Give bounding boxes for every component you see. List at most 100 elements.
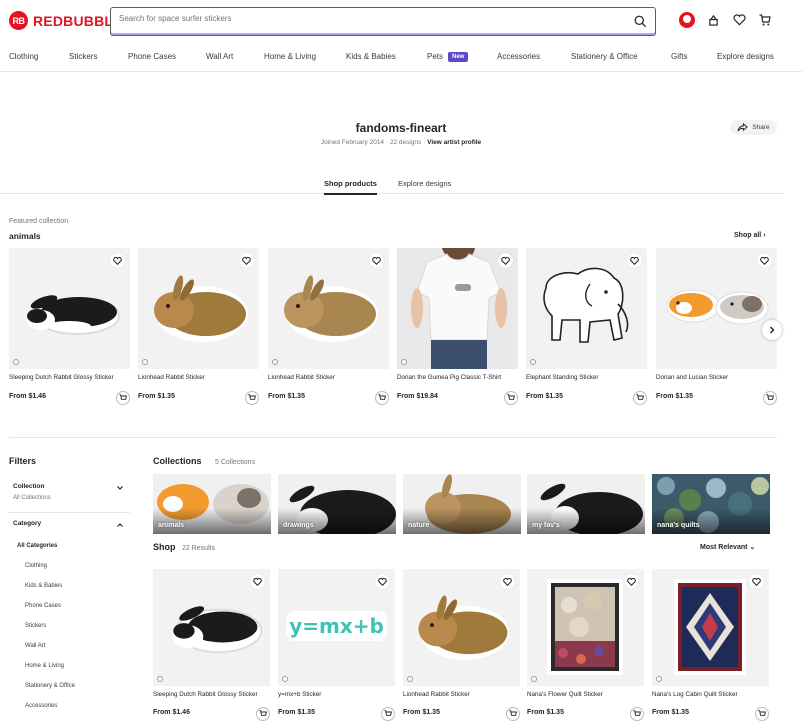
sort-label: Most Relevant [700,544,748,551]
collections-title: Collections [153,456,202,466]
nav-home-living[interactable]: Home & Living [264,52,316,61]
chevron-up-icon[interactable] [116,521,124,529]
collection-shade [278,508,396,534]
heart-icon[interactable] [624,574,639,589]
nav-kids-babies[interactable]: Kids & Babies [346,52,396,61]
color-swatch[interactable] [530,359,536,365]
heart-icon[interactable] [757,253,772,268]
chevron-right-icon [770,326,775,334]
category-nav: Clothing Stickers Phone Cases Wall Art H… [0,42,802,72]
redbubble-logo[interactable]: RB REDBUBBLE [9,11,123,30]
filter-category-item[interactable]: Kids & Babies [25,583,62,589]
heart-icon[interactable] [239,253,254,268]
product-title[interactable]: y=mx+b Sticker [278,691,395,698]
nav-stickers[interactable]: Stickers [69,52,97,61]
product-image [656,248,777,369]
product-title[interactable]: Lionhead Rabbit Sticker [268,374,389,381]
sort-dropdown[interactable]: Most Relevant ⌄ [700,543,755,551]
product-price: From $1.35 [652,709,689,716]
filter-divider [9,512,130,513]
product-title[interactable]: Nana's Log Cabin Quilt Sticker [652,691,769,698]
header-actions [679,12,773,28]
add-to-cart-icon[interactable] [256,707,270,721]
nav-clothing[interactable]: Clothing [9,52,38,61]
color-swatch[interactable] [272,359,278,365]
cart-icon[interactable] [757,12,773,28]
product-title[interactable]: Lionhead Rabbit Sticker [138,374,259,381]
color-swatch[interactable] [401,359,407,365]
filter-collection-toggle[interactable]: Collection [13,483,44,490]
carousel-next-button[interactable] [762,320,782,340]
nav-explore-designs[interactable]: Explore designs [717,52,774,61]
add-to-cart-icon[interactable] [755,707,769,721]
heart-icon[interactable] [369,253,384,268]
add-to-cart-icon[interactable] [630,707,644,721]
add-to-cart-icon[interactable] [763,391,777,405]
heart-icon[interactable] [250,574,265,589]
filter-collection-value[interactable]: All Collections [13,495,51,501]
add-to-cart-icon[interactable] [506,707,520,721]
heart-icon[interactable] [498,253,513,268]
collection-card[interactable]: drawings [278,474,396,534]
view-artist-profile-link[interactable]: View artist profile [427,139,481,146]
color-swatch[interactable] [407,676,413,682]
color-swatch[interactable] [656,676,662,682]
heart-icon[interactable] [749,574,764,589]
site-header: RB REDBUBBLE [0,0,802,42]
nav-pets[interactable]: Pets New [427,52,469,62]
product-title[interactable]: Elephant Standing Sticker [526,374,647,381]
color-swatch[interactable] [13,359,19,365]
product-image [652,569,769,686]
product-title[interactable]: Sleeping Dutch Rabbit Glossy Sticker [9,374,130,381]
heart-icon[interactable] [627,253,642,268]
heart-icon[interactable] [731,12,747,28]
filter-category-item[interactable]: Stationery & Office [25,683,75,689]
color-swatch[interactable] [282,676,288,682]
product-title[interactable]: Nana's Flower Quilt Sticker [527,691,644,698]
collection-card[interactable]: animals [153,474,271,534]
product-title[interactable]: Lionhead Rabbit Sticker [403,691,520,698]
avatar[interactable] [679,12,695,28]
heart-icon[interactable] [375,574,390,589]
nav-accessories[interactable]: Accessories [497,52,540,61]
filter-category-item[interactable]: Stickers [25,623,46,629]
product-price: From $1.35 [268,393,305,400]
color-swatch[interactable] [531,676,537,682]
nav-phone-cases[interactable]: Phone Cases [128,52,176,61]
filter-category-item[interactable]: Wall Art [25,643,45,649]
collection-card[interactable]: nature [403,474,521,534]
shop-title: Shop [153,542,176,552]
search-input[interactable] [119,14,619,23]
filter-category-item[interactable]: Phone Cases [25,603,61,609]
tab-explore-designs[interactable]: Explore designs [398,179,451,188]
dashboard-icon[interactable] [705,12,721,28]
add-to-cart-icon[interactable] [504,391,518,405]
tab-shop-products[interactable]: Shop products [324,179,377,195]
collection-card[interactable]: my fav's [527,474,645,534]
product-title[interactable]: Dorian and Lucian Sticker [656,374,777,381]
add-to-cart-icon[interactable] [633,391,647,405]
product-title[interactable]: Dorian the Guinea Pig Classic T-Shirt [397,374,518,381]
nav-stationery-office[interactable]: Stationery & Office [571,52,638,61]
add-to-cart-icon[interactable] [116,391,130,405]
heart-icon[interactable] [500,574,515,589]
heart-icon[interactable] [110,253,125,268]
search-icon[interactable] [634,15,647,28]
filter-category-item[interactable]: Clothing [25,563,47,569]
shop-all-link[interactable]: Shop all › [734,232,766,239]
chevron-down-icon[interactable] [116,484,124,492]
color-swatch[interactable] [157,676,163,682]
add-to-cart-icon[interactable] [375,391,389,405]
add-to-cart-icon[interactable] [381,707,395,721]
nav-gifts[interactable]: Gifts [671,52,687,61]
product-title[interactable]: Sleeping Dutch Rabbit Glossy Sticker [153,691,270,698]
color-swatch[interactable] [142,359,148,365]
add-to-cart-icon[interactable] [245,391,259,405]
filter-category-item[interactable]: Home & Living [25,663,64,669]
filter-category-toggle[interactable]: Category [13,520,41,527]
collection-card[interactable]: nana's quilts [652,474,770,534]
filter-category-item[interactable]: All Categories [17,543,57,549]
filter-category-item[interactable]: Accessories [25,703,57,709]
share-button[interactable]: Share [730,120,777,135]
nav-wall-art[interactable]: Wall Art [206,52,233,61]
